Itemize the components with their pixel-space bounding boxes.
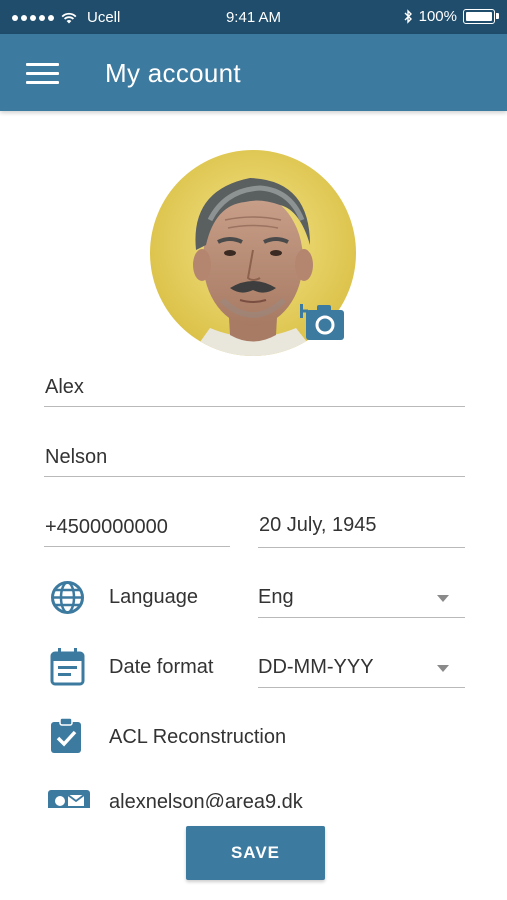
calendar-icon bbox=[50, 648, 85, 686]
birth-date-value: 20 July, 1945 bbox=[259, 514, 377, 536]
battery-icon bbox=[463, 9, 499, 24]
status-right: 100% bbox=[403, 8, 499, 25]
birth-date-field[interactable]: 20 July, 1945 bbox=[258, 514, 465, 548]
condition-label: ACL Reconstruction bbox=[109, 726, 287, 748]
chevron-down-icon bbox=[437, 595, 449, 602]
first-name-field[interactable]: Alex bbox=[44, 376, 465, 407]
date-format-label: Date format bbox=[109, 656, 214, 678]
language-underline bbox=[258, 617, 465, 618]
globe-icon bbox=[51, 581, 84, 614]
email-row: alexnelson@area9.dk bbox=[0, 780, 507, 808]
profile-photo-container bbox=[150, 150, 356, 356]
last-name-field[interactable]: Nelson bbox=[44, 446, 465, 477]
first-name-value: Alex bbox=[45, 376, 84, 398]
app-bar: My account bbox=[0, 34, 507, 111]
phone-value: +4500000000 bbox=[45, 516, 168, 538]
date-format-underline bbox=[258, 687, 465, 688]
bluetooth-icon bbox=[404, 9, 412, 24]
id-card-icon bbox=[48, 790, 90, 808]
hamburger-menu-icon[interactable] bbox=[26, 59, 62, 87]
last-name-underline bbox=[44, 476, 465, 477]
phone-underline bbox=[44, 546, 230, 547]
last-name-value: Nelson bbox=[45, 446, 108, 468]
language-select[interactable]: Eng bbox=[258, 586, 465, 618]
phone-field[interactable]: +4500000000 bbox=[44, 516, 230, 547]
chevron-down-icon bbox=[437, 665, 449, 672]
date-format-value: DD-MM-YYY bbox=[258, 656, 374, 678]
date-format-select[interactable]: DD-MM-YYY bbox=[258, 656, 465, 688]
page-title: My account bbox=[105, 58, 241, 88]
clipboard-check-icon bbox=[51, 718, 81, 753]
language-label: Language bbox=[109, 586, 198, 608]
add-photo-camera-icon[interactable] bbox=[295, 298, 346, 344]
first-name-underline bbox=[44, 406, 465, 407]
battery-percent: 100% bbox=[418, 8, 457, 25]
email-value[interactable]: alexnelson@area9.dk bbox=[109, 791, 303, 808]
status-bar: Ucell 9:41 AM 100% bbox=[0, 0, 507, 34]
birth-date-underline bbox=[258, 547, 465, 548]
language-value: Eng bbox=[258, 586, 294, 608]
save-button[interactable]: SAVE bbox=[186, 826, 325, 880]
